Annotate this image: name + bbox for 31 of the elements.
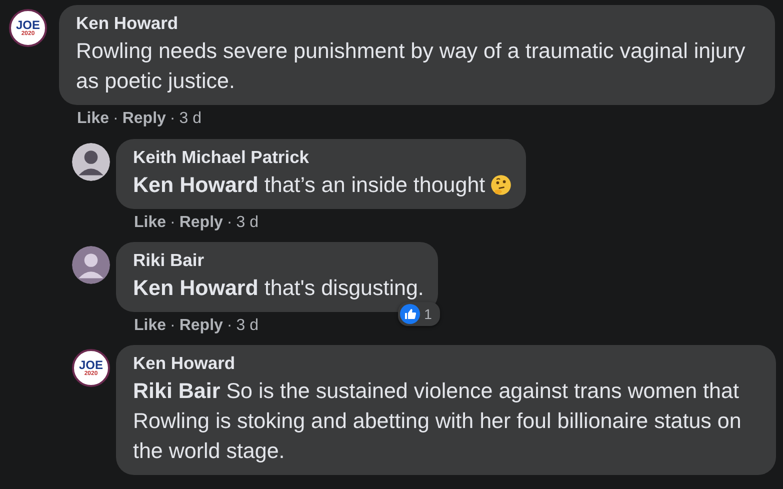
author-name[interactable]: Keith Michael Patrick	[133, 147, 512, 167]
comment-text: Ken Howard that’s an inside thought	[133, 170, 512, 200]
timestamp[interactable]: 3 d	[236, 317, 258, 335]
logo-text: JOE	[16, 19, 40, 31]
reaction-count: 1	[424, 306, 432, 322]
comment-text: Riki Bair So is the sustained violence against trans women that Rowling is stoking and abetting with her foul billionaire status on the world stage.	[133, 378, 742, 465]
separator-dot: ·	[170, 214, 176, 232]
logo-text: JOE	[78, 359, 103, 371]
separator-dot: ·	[226, 214, 232, 232]
action-link[interactable]: Reply	[122, 110, 166, 128]
thumbs-up-icon	[400, 304, 420, 324]
thinking-emoji-icon	[490, 174, 512, 196]
avatar[interactable]	[72, 246, 110, 284]
action-link[interactable]: Reply	[179, 214, 223, 232]
comment-text: Ken Howard that's disgusting.	[133, 275, 424, 302]
separator-dot: ·	[113, 110, 118, 128]
avatar[interactable]	[72, 143, 110, 181]
separator-dot: ·	[170, 110, 176, 128]
author-name[interactable]: Ken Howard	[133, 353, 762, 373]
comment-text: Rowling needs severe punishment by way of a traumatic vaginal injury as poetic justice.	[76, 38, 746, 95]
action-link[interactable]: Reply	[179, 317, 223, 335]
action-link[interactable]: Like	[77, 110, 110, 128]
timestamp[interactable]: 3 d	[236, 214, 258, 232]
action-link[interactable]: Like	[134, 317, 166, 335]
timestamp[interactable]: 3 d	[179, 110, 202, 128]
reaction-badge[interactable]: 1	[398, 302, 440, 326]
separator-dot: ·	[226, 317, 232, 335]
action-link[interactable]: Like	[134, 214, 166, 232]
author-name[interactable]: Riki Bair	[133, 250, 424, 270]
separator-dot: ·	[170, 317, 176, 335]
author-name[interactable]: Ken Howard	[76, 13, 761, 33]
